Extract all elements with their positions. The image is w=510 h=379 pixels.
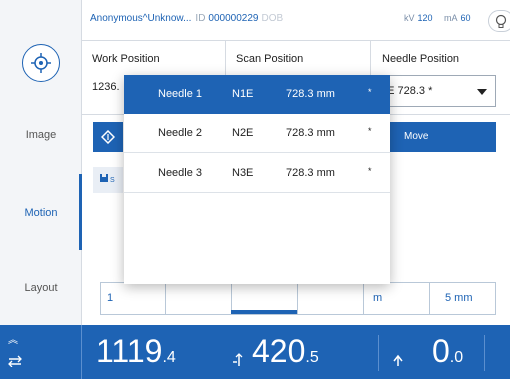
bulb-icon <box>495 14 507 28</box>
scan-position-label: Scan Position <box>236 53 304 65</box>
position-status-bar: ︽ 1119.4 420.5 0.0 <box>0 325 510 379</box>
needle-select[interactable]: 1E 728.3 * <box>372 75 496 107</box>
needle-option-code: N3E <box>232 167 254 179</box>
status-bar-toggle[interactable]: ︽ <box>0 325 82 379</box>
move-button-label: Move <box>404 131 429 142</box>
chevron-up-icon: ︽ <box>8 335 18 346</box>
position-3-decimal: .0 <box>449 349 464 366</box>
needle-option-name: Needle 1 <box>158 88 203 100</box>
needle-option-length: 728.3 mm <box>286 88 335 100</box>
status-divider <box>484 335 485 371</box>
patient-id-label: ID <box>195 13 206 24</box>
save-position-button[interactable]: S <box>93 167 123 193</box>
diamond-icon <box>101 130 115 144</box>
ma-label: mA <box>444 13 458 23</box>
patient-name: Anonymous^Unknow... <box>90 13 192 24</box>
table-vertical-position: 420.5 <box>252 333 319 370</box>
ma-value: 60 <box>460 13 471 23</box>
gantry-logo-icon <box>31 53 51 73</box>
table-horizontal-icon <box>8 355 22 367</box>
needle-option-mark: * <box>368 87 372 97</box>
step-option-1[interactable]: 1 <box>107 292 113 304</box>
position-2-integer: 420 <box>252 333 306 369</box>
move-button[interactable]: Move <box>372 122 496 152</box>
position-1-integer: 1119 <box>96 333 163 369</box>
needle-option-mark: * <box>368 166 372 176</box>
gantry-logo-button[interactable] <box>22 44 60 82</box>
position-3-integer: 0 <box>432 333 450 369</box>
position-1-decimal: .4 <box>162 349 176 366</box>
patient-id-value: 000000229 <box>208 13 259 24</box>
set-position-button[interactable] <box>93 122 123 152</box>
needle-option-length: 728.3 mm <box>286 127 335 139</box>
segment-active-indicator <box>231 310 297 314</box>
segment-divider <box>363 283 364 314</box>
needle-option-3[interactable]: Needle 3 N3E 728.3 mm * <box>124 154 390 193</box>
step-option-5[interactable]: m <box>373 292 382 304</box>
chevron-down-icon <box>477 89 487 95</box>
needle-option-name: Needle 2 <box>158 127 203 139</box>
table-vertical-icon <box>233 353 243 366</box>
patient-info[interactable]: Anonymous^Unknow... ID 000000229 DOB <box>90 13 283 24</box>
sidebar-item-image[interactable]: Image <box>0 129 82 141</box>
needle-dropdown-list: Needle 1 N1E 728.3 mm * Needle 2 N2E 728… <box>124 75 390 284</box>
sidebar-item-motion[interactable]: Motion <box>0 207 82 219</box>
top-bar: Anonymous^Unknow... ID 000000229 DOB kV 120 … <box>0 0 510 41</box>
position-2-decimal: .5 <box>305 349 319 366</box>
ma-readout: mA 60 <box>444 13 471 23</box>
light-button[interactable] <box>488 10 510 32</box>
step-option-5mm[interactable]: 5 mm <box>445 292 473 304</box>
status-divider <box>378 335 379 371</box>
sidebar: Image Motion Layout <box>0 41 82 325</box>
segment-divider <box>165 283 166 314</box>
tilt-icon <box>393 354 403 366</box>
segment-divider <box>297 283 298 314</box>
patient-dob-label: DOB <box>261 13 284 24</box>
save-icon: S <box>100 174 115 184</box>
needle-option-2[interactable]: Needle 2 N2E 728.3 mm * <box>124 114 390 153</box>
needle-option-length: 728.3 mm <box>286 167 335 179</box>
kv-value: 120 <box>417 13 433 23</box>
kv-label: kV <box>404 13 415 23</box>
top-bar-left-strip <box>0 0 82 41</box>
work-position-label: Work Position <box>92 53 160 65</box>
segment-divider <box>429 283 430 314</box>
step-size-selector: 1 m 5 mm <box>100 282 496 315</box>
save-label-partial: S <box>110 177 115 184</box>
needle-option-name: Needle 3 <box>158 167 203 179</box>
table-longitudinal-position: 1119.4 <box>96 333 176 370</box>
needle-option-mark: * <box>368 126 372 136</box>
needle-option-1[interactable]: Needle 1 N1E 728.3 mm * <box>124 75 390 114</box>
needle-position-label: Needle Position <box>382 53 460 65</box>
kv-readout: kV 120 <box>404 13 433 23</box>
needle-option-code: N2E <box>232 127 254 139</box>
gantry-tilt-position: 0.0 <box>432 333 463 370</box>
needle-option-code: N1E <box>232 88 254 100</box>
sidebar-item-layout[interactable]: Layout <box>0 282 82 294</box>
work-position-value: 1236. <box>92 81 120 93</box>
